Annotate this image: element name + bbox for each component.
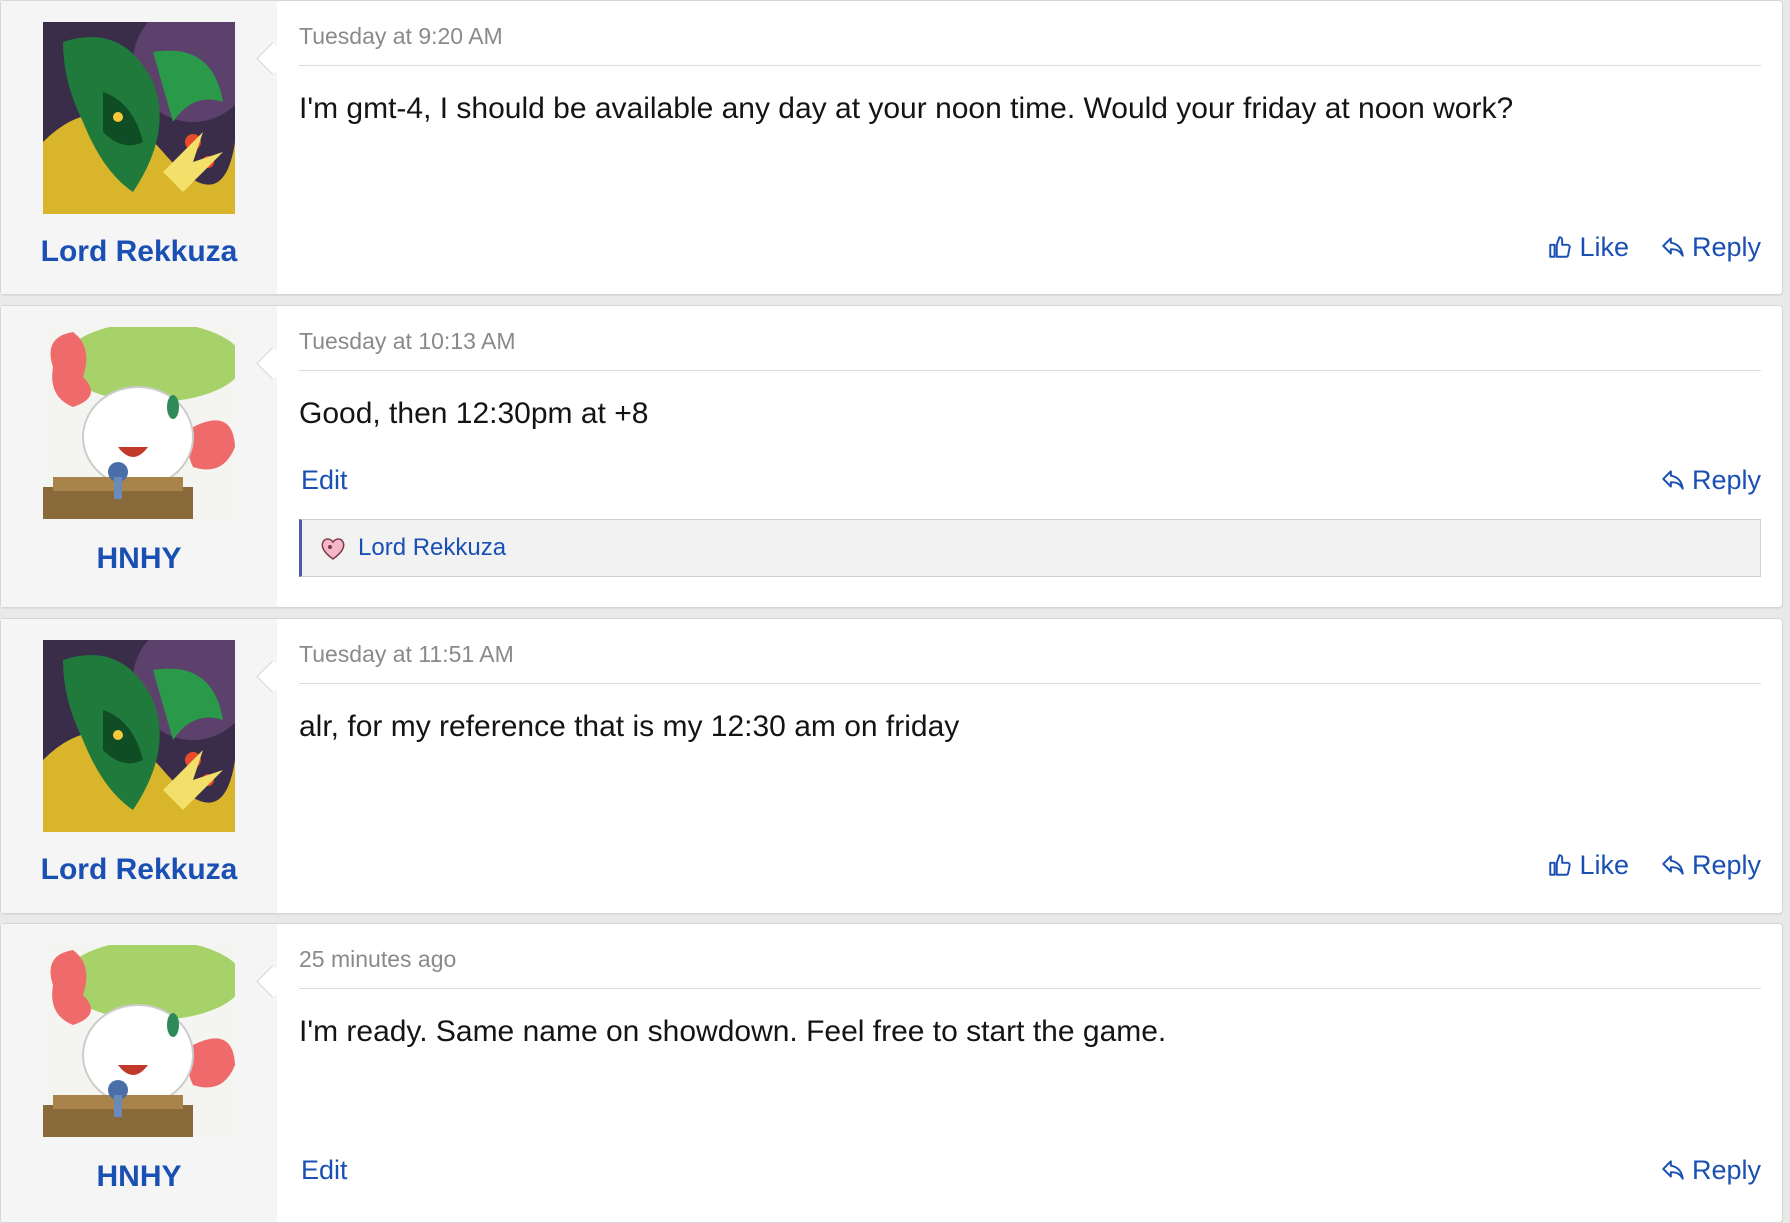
reply-label: Reply — [1691, 465, 1761, 495]
post-content: Tuesday at 11:51 AM alr, for my referenc… — [299, 619, 1761, 913]
shaymin-avatar — [43, 945, 235, 1137]
post-timestamp[interactable]: 25 minutes ago — [299, 946, 1761, 989]
reply-arrow-icon — [1662, 855, 1684, 875]
reply-label: Reply — [1691, 1155, 1761, 1185]
thumbs-up-icon — [1549, 854, 1572, 876]
author-name[interactable]: HNHY — [1, 1160, 277, 1194]
post-user-panel: Lord Rekkuza — [1, 1, 277, 294]
like-label: Like — [1579, 850, 1629, 880]
post-actions: Edit Reply — [299, 1150, 1761, 1190]
post-content: 25 minutes ago I'm ready. Same name on s… — [299, 924, 1761, 1222]
edit-button[interactable]: Edit — [301, 460, 348, 500]
post-actions: Like Reply — [299, 845, 1761, 885]
author-name[interactable]: HNHY — [1, 542, 277, 576]
reply-arrow-icon — [1662, 1160, 1684, 1180]
reply-button[interactable]: Reply — [1660, 1150, 1761, 1190]
avatar[interactable] — [43, 327, 235, 519]
avatar[interactable] — [43, 22, 235, 214]
edit-button[interactable]: Edit — [301, 1150, 348, 1190]
shaymin-avatar — [43, 327, 235, 519]
author-name[interactable]: Lord Rekkuza — [1, 853, 277, 887]
reply-arrow-icon — [1662, 237, 1684, 257]
edit-label: Edit — [301, 465, 348, 495]
rayquaza-avatar — [43, 640, 235, 832]
reply-label: Reply — [1691, 850, 1761, 880]
edit-label: Edit — [301, 1155, 348, 1185]
reaction-bar: Lord Rekkuza — [299, 519, 1761, 577]
like-label: Like — [1579, 232, 1629, 262]
post: HNHY 25 minutes ago I'm ready. Same name… — [0, 923, 1783, 1223]
avatar[interactable] — [43, 945, 235, 1137]
like-button[interactable]: Like — [1547, 845, 1629, 885]
like-button[interactable]: Like — [1547, 227, 1629, 267]
reply-button[interactable]: Reply — [1660, 460, 1761, 500]
post: HNHY Tuesday at 10:13 AM Good, then 12:3… — [0, 305, 1783, 608]
reply-button[interactable]: Reply — [1660, 227, 1761, 267]
post-timestamp[interactable]: Tuesday at 10:13 AM — [299, 328, 1761, 371]
post: Lord Rekkuza Tuesday at 11:51 AM alr, fo… — [0, 618, 1783, 914]
post-timestamp[interactable]: Tuesday at 11:51 AM — [299, 641, 1761, 684]
post-user-panel: HNHY — [1, 306, 277, 607]
heart-reaction-icon — [321, 538, 345, 560]
post-content: Tuesday at 9:20 AM I'm gmt-4, I should b… — [299, 1, 1761, 294]
post: Lord Rekkuza Tuesday at 9:20 AM I'm gmt-… — [0, 0, 1783, 295]
post-message: I'm ready. Same name on showdown. Feel f… — [299, 1015, 1167, 1048]
post-user-panel: Lord Rekkuza — [1, 619, 277, 913]
message-thread: Lord Rekkuza Tuesday at 9:20 AM I'm gmt-… — [0, 0, 1790, 1223]
post-user-panel: HNHY — [1, 924, 277, 1222]
reaction-users-link[interactable]: Lord Rekkuza — [358, 534, 506, 562]
post-actions: Edit Reply — [299, 460, 1761, 500]
post-content: Tuesday at 10:13 AM Good, then 12:30pm a… — [299, 306, 1761, 607]
post-message: alr, for my reference that is my 12:30 a… — [299, 710, 960, 743]
rayquaza-avatar — [43, 22, 235, 214]
post-timestamp[interactable]: Tuesday at 9:20 AM — [299, 23, 1761, 66]
post-message: Good, then 12:30pm at +8 — [299, 397, 649, 430]
reply-button[interactable]: Reply — [1660, 845, 1761, 885]
thumbs-up-icon — [1549, 236, 1572, 258]
avatar[interactable] — [43, 640, 235, 832]
reply-label: Reply — [1691, 232, 1761, 262]
reply-arrow-icon — [1662, 470, 1684, 490]
author-name[interactable]: Lord Rekkuza — [1, 235, 277, 269]
post-message: I'm gmt-4, I should be available any day… — [299, 92, 1514, 125]
post-actions: Like Reply — [299, 227, 1761, 267]
